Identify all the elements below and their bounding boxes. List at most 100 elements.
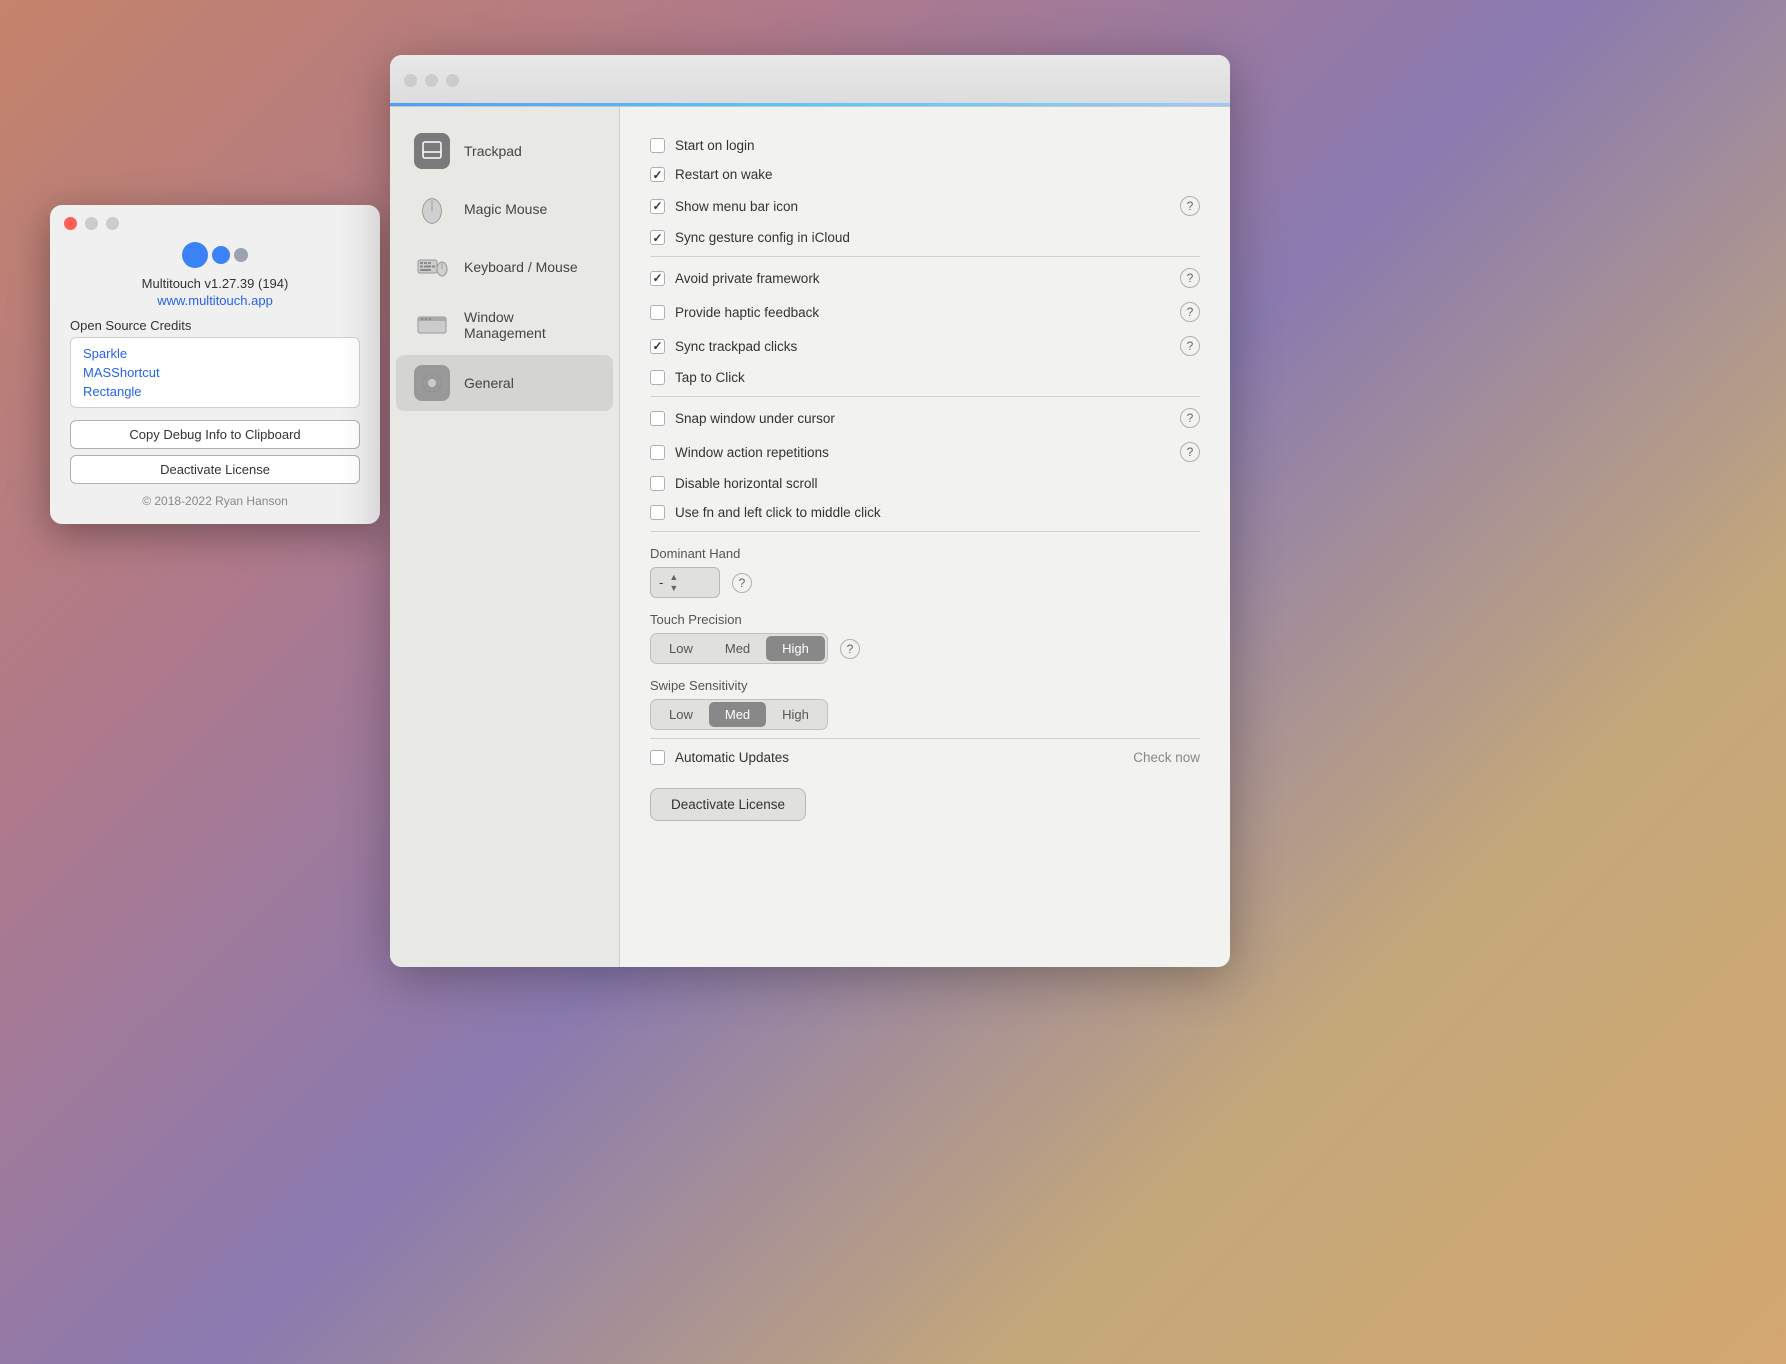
separator-2 [650,396,1200,397]
separator-4 [650,738,1200,739]
sidebar-item-magic-mouse[interactable]: Magic Mouse [396,181,613,237]
general-icon [414,365,450,401]
pref-row-tap-to-click: Tap to Click [650,363,1200,392]
logo-dot-large [182,242,208,268]
pref-row-start-on-login: Start on login [650,131,1200,160]
touch-precision-high[interactable]: High [766,636,825,661]
checkbox-fn-middle-click[interactable] [650,505,665,520]
label-window-repetitions: Window action repetitions [675,445,1170,460]
prefs-maximize-button[interactable] [446,74,459,87]
pref-row-show-menu-bar: Show menu bar icon ? [650,189,1200,223]
sidebar-label-keyboard-mouse: Keyboard / Mouse [464,259,578,275]
label-show-menu-bar: Show menu bar icon [675,199,1170,214]
sidebar-label-window-management: Window Management [464,309,595,341]
touch-precision-low[interactable]: Low [653,636,709,661]
touch-precision-control: Low Med High [650,633,828,664]
help-haptic-feedback[interactable]: ? [1180,302,1200,322]
open-source-credits-label: Open Source Credits [70,318,191,333]
credits-list: SparkleMASShortcutRectangle [70,337,360,408]
dominant-hand-select[interactable]: - ▲▼ [650,567,720,598]
checkbox-snap-window[interactable] [650,411,665,426]
label-fn-middle-click: Use fn and left click to middle click [675,505,1200,520]
swipe-sensitivity-section: Swipe Sensitivity Low Med High [650,678,1200,730]
separator-3 [650,531,1200,532]
minimize-button[interactable] [85,217,98,230]
pref-row-snap-window: Snap window under cursor ? [650,401,1200,435]
help-avoid-private[interactable]: ? [1180,268,1200,288]
swipe-sensitivity-low[interactable]: Low [653,702,709,727]
help-dominant-hand[interactable]: ? [732,573,752,593]
checkbox-sync-trackpad[interactable] [650,339,665,354]
checkbox-tap-to-click[interactable] [650,370,665,385]
credits-item-sparkle[interactable]: Sparkle [71,344,359,363]
sidebar-item-general[interactable]: General [396,355,613,411]
prefs-close-button[interactable] [404,74,417,87]
maximize-button[interactable] [106,217,119,230]
deactivate-license-button-about[interactable]: Deactivate License [70,455,360,484]
pref-row-restart-on-wake: Restart on wake [650,160,1200,189]
logo-dot-medium [212,246,230,264]
deactivate-license-button[interactable]: Deactivate License [650,788,806,821]
pref-row-window-repetitions: Window action repetitions ? [650,435,1200,469]
settings-group-1: Start on login Restart on wake Show menu… [650,131,1200,252]
pref-row-avoid-private: Avoid private framework ? [650,261,1200,295]
checkbox-restart-on-wake[interactable] [650,167,665,182]
checkbox-start-on-login[interactable] [650,138,665,153]
swipe-sensitivity-label: Swipe Sensitivity [650,678,1200,693]
sidebar-item-trackpad[interactable]: Trackpad [396,123,613,179]
pref-row-sync-trackpad: Sync trackpad clicks ? [650,329,1200,363]
pref-row-disable-horiz-scroll: Disable horizontal scroll [650,469,1200,498]
close-button[interactable] [64,217,77,230]
checkbox-window-repetitions[interactable] [650,445,665,460]
dropdown-arrows-icon: ▲▼ [669,572,678,593]
help-sync-trackpad[interactable]: ? [1180,336,1200,356]
touch-precision-label: Touch Precision [650,612,1200,627]
checkbox-show-menu-bar[interactable] [650,199,665,214]
label-auto-updates: Automatic Updates [675,750,1123,765]
swipe-sensitivity-control: Low Med High [650,699,828,730]
keyboard-mouse-icon [414,249,450,285]
separator-1 [650,256,1200,257]
prefs-minimize-button[interactable] [425,74,438,87]
swipe-sensitivity-row: Low Med High [650,699,1200,730]
checkbox-avoid-private[interactable] [650,271,665,286]
app-logo [182,242,248,268]
pref-row-haptic-feedback: Provide haptic feedback ? [650,295,1200,329]
help-snap-window[interactable]: ? [1180,408,1200,428]
sidebar-label-magic-mouse: Magic Mouse [464,201,547,217]
pref-row-auto-updates: Automatic Updates Check now [650,743,1200,772]
dominant-hand-value: - [659,575,663,590]
swipe-sensitivity-med[interactable]: Med [709,702,766,727]
touch-precision-med[interactable]: Med [709,636,766,661]
label-restart-on-wake: Restart on wake [675,167,1200,182]
label-sync-gesture: Sync gesture config in iCloud [675,230,1200,245]
app-url-link[interactable]: www.multitouch.app [157,293,273,308]
magic-mouse-icon [414,191,450,227]
help-window-repetitions[interactable]: ? [1180,442,1200,462]
checkbox-disable-horiz-scroll[interactable] [650,476,665,491]
settings-group-2: Avoid private framework ? Provide haptic… [650,261,1200,392]
swipe-sensitivity-high[interactable]: High [766,702,825,727]
checkbox-sync-gesture[interactable] [650,230,665,245]
help-touch-precision[interactable]: ? [840,639,860,659]
window-management-icon [414,307,450,343]
label-avoid-private: Avoid private framework [675,271,1170,286]
credits-item-rectangle[interactable]: Rectangle [71,382,359,401]
checkbox-haptic-feedback[interactable] [650,305,665,320]
sidebar-item-window-management[interactable]: Window Management [396,297,613,353]
copy-debug-button[interactable]: Copy Debug Info to Clipboard [70,420,360,449]
pref-row-fn-middle-click: Use fn and left click to middle click [650,498,1200,527]
app-version: Multitouch v1.27.39 (194) [142,276,289,291]
help-show-menu-bar[interactable]: ? [1180,196,1200,216]
sidebar-label-trackpad: Trackpad [464,143,522,159]
touch-precision-row: Low Med High ? [650,633,1200,664]
copyright-text: © 2018-2022 Ryan Hanson [142,494,288,508]
about-content: Multitouch v1.27.39 (194) www.multitouch… [50,238,380,524]
credits-item-masshortcut[interactable]: MASShortcut [71,363,359,382]
dominant-hand-row: - ▲▼ ? [650,567,1200,598]
check-now-link[interactable]: Check now [1133,750,1200,765]
label-start-on-login: Start on login [675,138,1200,153]
checkbox-auto-updates[interactable] [650,750,665,765]
sidebar-item-keyboard-mouse[interactable]: Keyboard / Mouse [396,239,613,295]
dominant-hand-section: Dominant Hand - ▲▼ ? [650,546,1200,598]
